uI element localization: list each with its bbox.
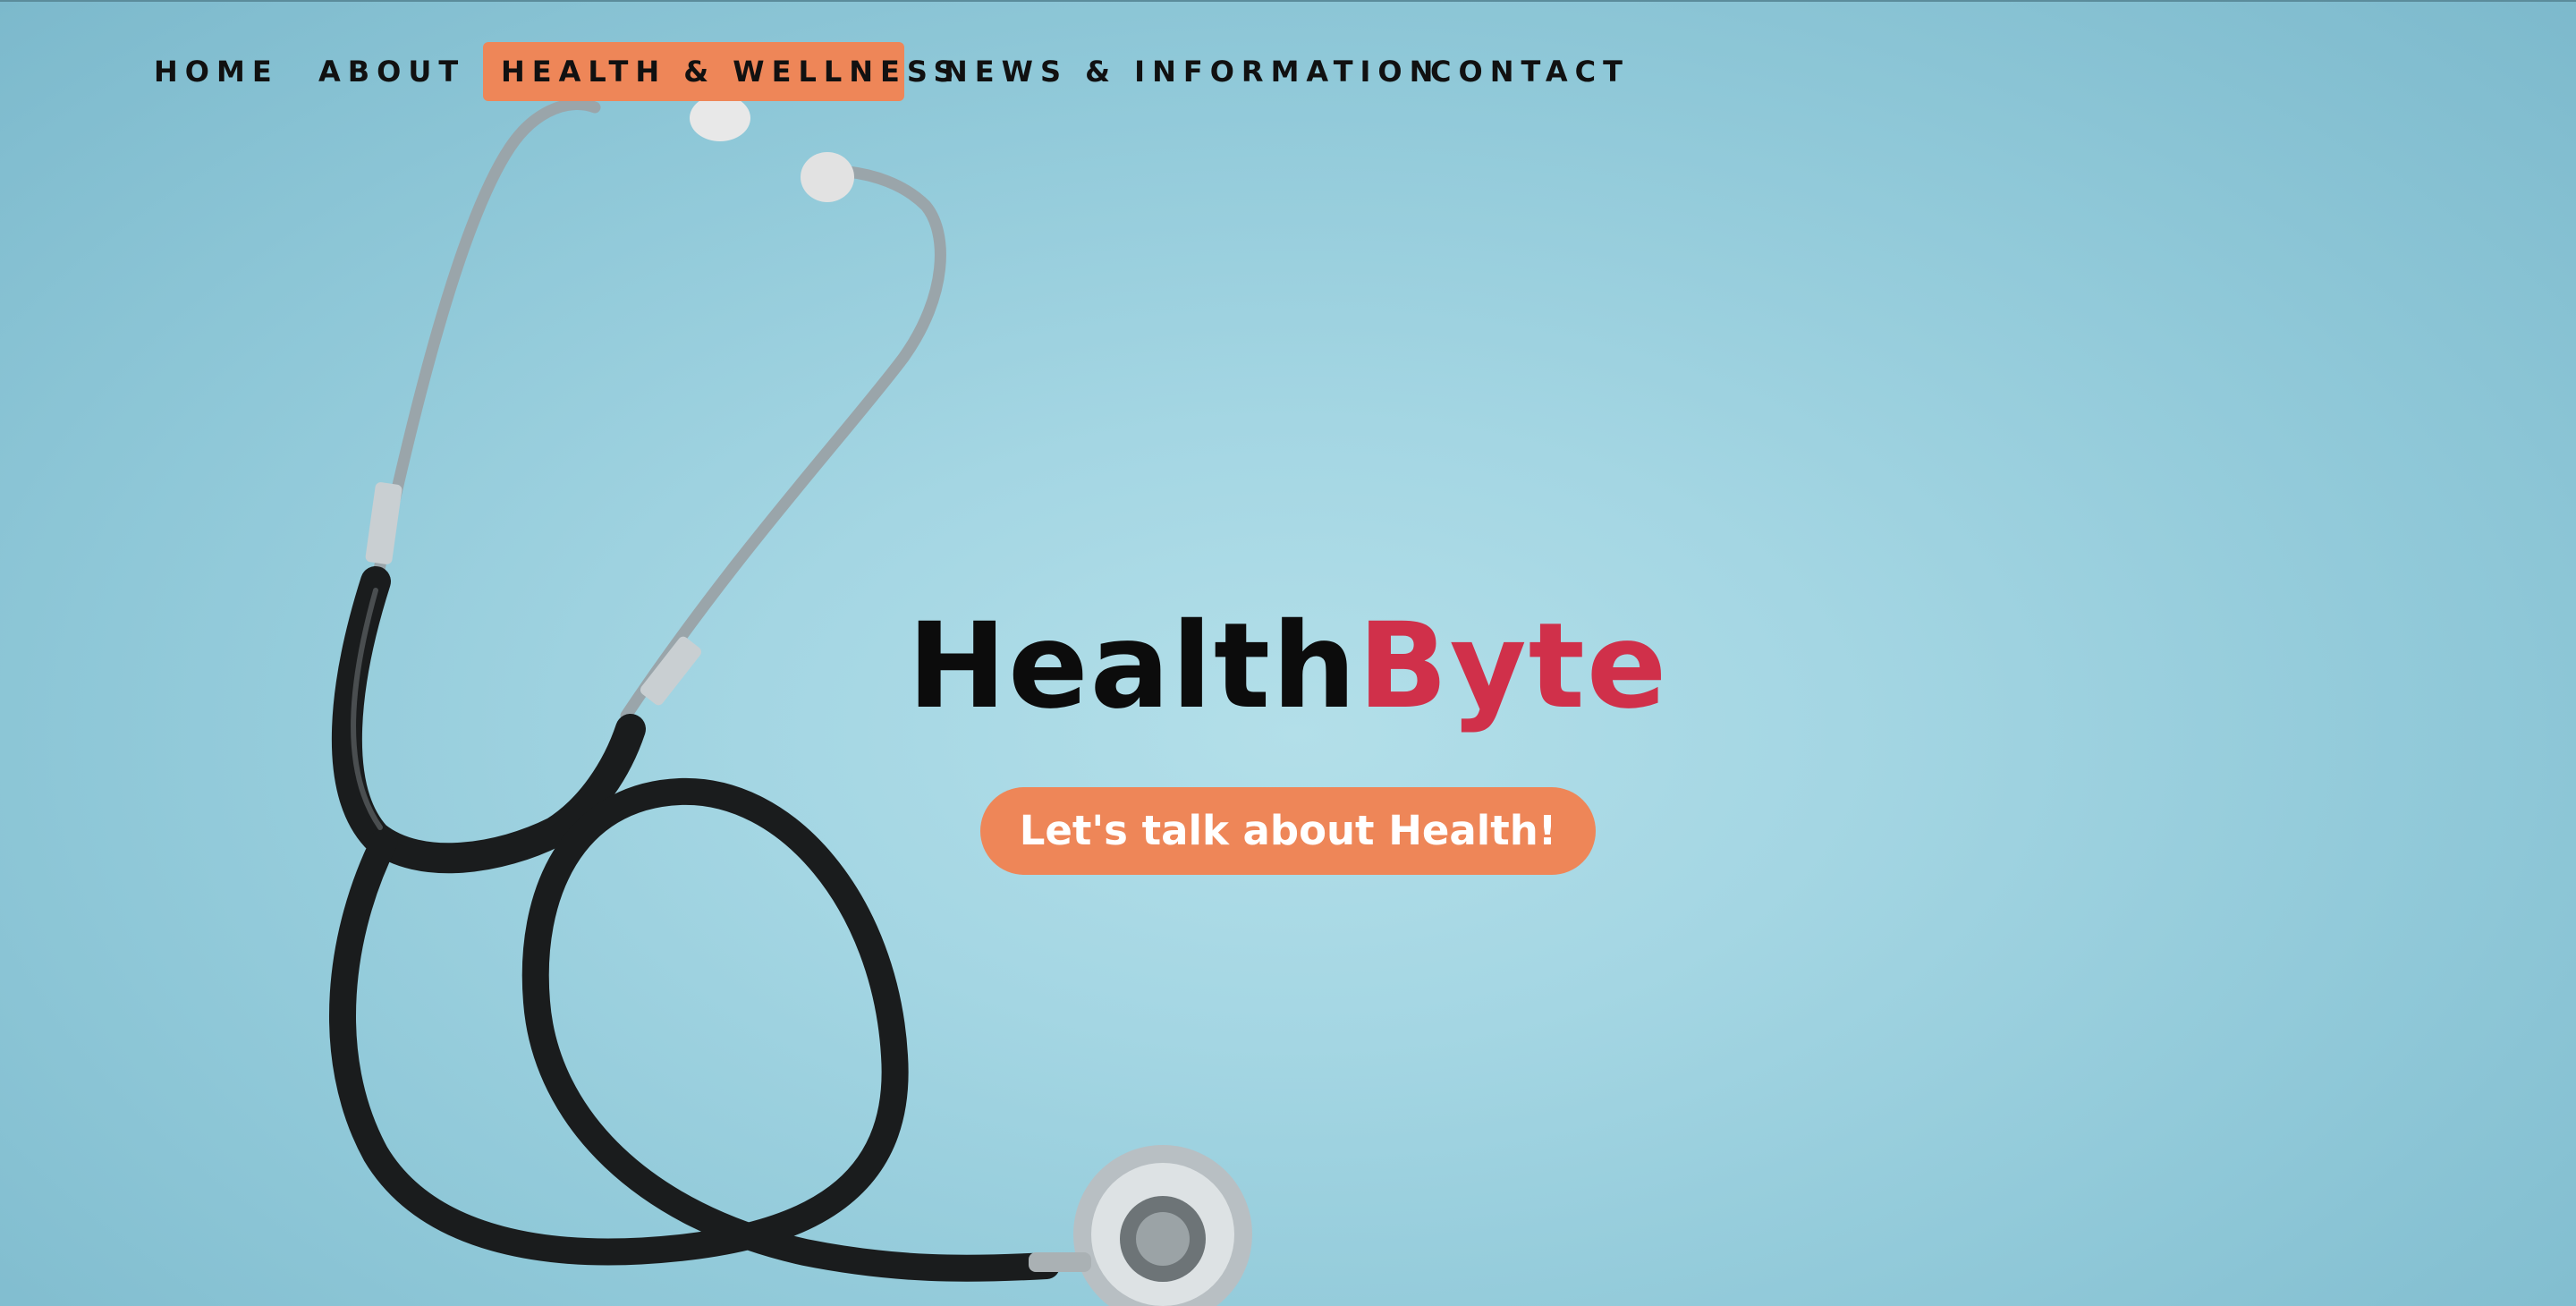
site-title: HealthByte bbox=[0, 590, 2576, 742]
nav-about[interactable]: ABOUT bbox=[318, 42, 465, 101]
nav-news-information[interactable]: NEWS & INFORMATION bbox=[944, 42, 1440, 101]
nav-contact[interactable]: CONTACT bbox=[1430, 42, 1630, 101]
site-title-part2: Byte bbox=[1358, 598, 1669, 735]
site-title-part1: Health bbox=[907, 598, 1359, 735]
main-nav: HOME ABOUT HEALTH & WELLNESS NEWS & INFO… bbox=[0, 0, 2576, 143]
hero-section: HOME ABOUT HEALTH & WELLNESS NEWS & INFO… bbox=[0, 0, 2576, 1306]
nav-health-wellness[interactable]: HEALTH & WELLNESS bbox=[483, 42, 954, 101]
cta-button[interactable]: Let's talk about Health! bbox=[980, 787, 1596, 875]
nav-home[interactable]: HOME bbox=[154, 42, 279, 101]
